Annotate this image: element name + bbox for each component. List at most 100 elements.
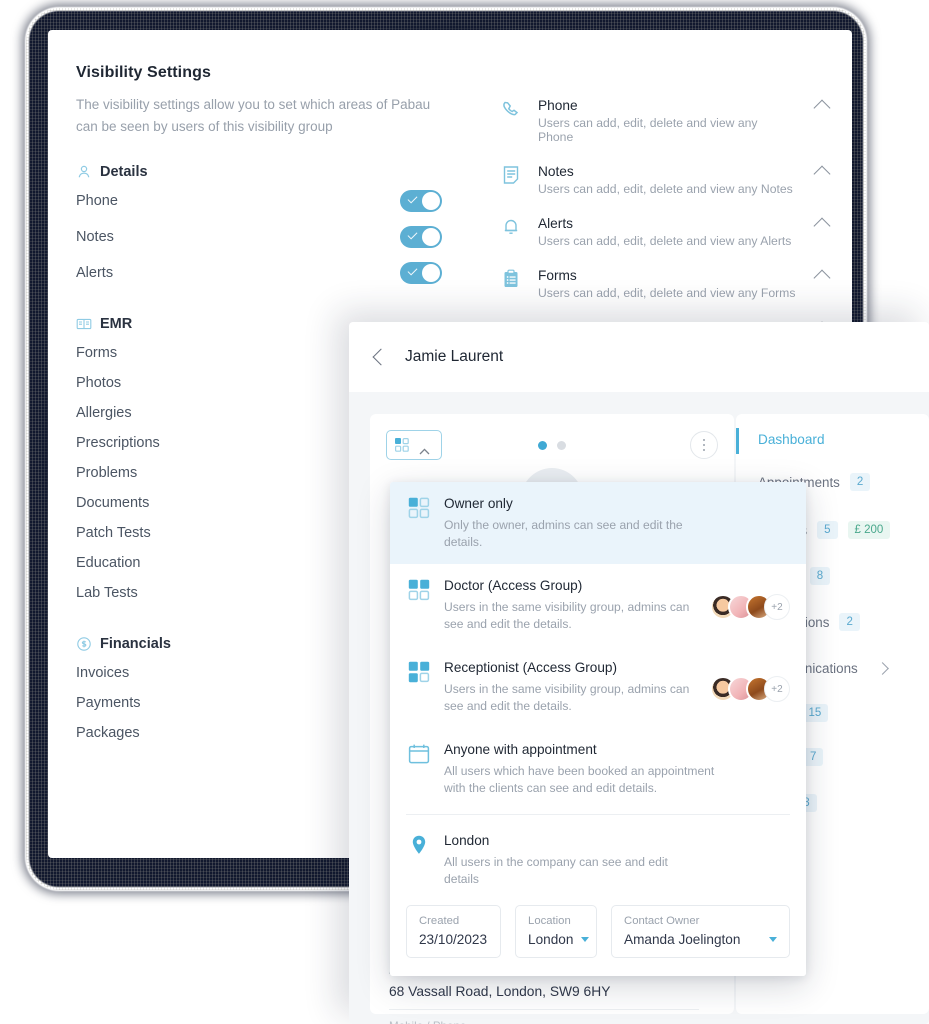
avatar-overflow-count: +2 bbox=[764, 676, 790, 702]
toggle-switch-notes[interactable] bbox=[400, 226, 442, 248]
divider bbox=[389, 1009, 699, 1010]
group-label: EMR bbox=[100, 316, 133, 332]
dropdown-option-anyone-with-appointment[interactable]: Anyone with appointment All users which … bbox=[390, 728, 806, 810]
dropdown-option-desc: Only the owner, admins can see and edit … bbox=[444, 518, 683, 549]
dropdown-option-name: Doctor (Access Group) bbox=[444, 578, 583, 593]
screen: Visibility Settings The visibility setti… bbox=[0, 0, 929, 1024]
dropdown-option-desc: All users which have been booked an appo… bbox=[444, 764, 715, 795]
toggle-label: Alerts bbox=[76, 265, 114, 281]
page-title: Visibility Settings bbox=[76, 64, 211, 81]
chevron-right-icon[interactable] bbox=[876, 662, 889, 675]
carousel-dot-active[interactable] bbox=[538, 440, 547, 450]
dropdown-option-name: Owner only bbox=[444, 496, 513, 511]
book-icon bbox=[76, 316, 92, 332]
grid-view-icon bbox=[395, 438, 409, 452]
grid-two-filled-icon bbox=[408, 579, 430, 601]
dashboard-accent-bar bbox=[736, 428, 739, 454]
dropdown-option-doctor[interactable]: Doctor (Access Group) Users in the same … bbox=[390, 564, 806, 646]
field-value: London bbox=[528, 932, 574, 947]
dropdown-option-desc: All users in the company can see and edi… bbox=[444, 855, 668, 886]
toggle-label: Phone bbox=[76, 193, 118, 209]
toggle-row-phone[interactable]: Phone bbox=[76, 186, 442, 216]
chevron-left-icon[interactable] bbox=[372, 348, 390, 366]
caret-down-icon[interactable] bbox=[581, 937, 590, 942]
field-value: Amanda Joelington bbox=[624, 932, 741, 947]
toggle-label: Notes bbox=[76, 229, 114, 245]
grid-view-button[interactable] bbox=[386, 430, 442, 460]
dropdown-option-owner-only[interactable]: Owner only Only the owner, admins can se… bbox=[390, 482, 806, 564]
dashboard-row-badge: 8 bbox=[809, 567, 831, 585]
client-toolbar bbox=[370, 414, 734, 476]
address-value[interactable]: 68 Vassall Road, London, SW9 6HY bbox=[389, 984, 699, 999]
toggle-row-notes[interactable]: Notes bbox=[76, 222, 442, 252]
caret-down-icon[interactable] bbox=[769, 937, 777, 942]
permission-row-alerts[interactable]: Alerts Users can add, edit, delete and v… bbox=[500, 206, 831, 258]
permission-name: Alerts bbox=[538, 216, 573, 231]
dropdown-option-name: London bbox=[444, 833, 490, 848]
field-value-wrap[interactable]: London bbox=[528, 932, 590, 947]
dashboard-row-badge: 7 bbox=[802, 748, 824, 766]
dollar-circle-icon bbox=[76, 636, 92, 652]
group-label: Financials bbox=[100, 636, 171, 652]
grid-three-filled-icon bbox=[408, 661, 430, 683]
dashboard-row-badge: 2 bbox=[849, 473, 871, 491]
field-value: 23/10/2023 bbox=[419, 932, 488, 947]
dashboard-row-badge: 5 bbox=[817, 521, 838, 539]
avatar-overflow-count: +2 bbox=[764, 594, 790, 620]
clipboard-icon bbox=[500, 268, 522, 290]
dropdown-option-receptionist[interactable]: Receptionist (Access Group) Users in the… bbox=[390, 646, 806, 728]
client-card-header: Jamie Laurent bbox=[349, 322, 929, 392]
dropdown-option-name: Anyone with appointment bbox=[444, 742, 597, 757]
kebab-menu-icon[interactable] bbox=[690, 431, 718, 459]
permission-desc: Users can add, edit, delete and view any… bbox=[538, 286, 796, 300]
phone-icon bbox=[500, 98, 522, 120]
toggle-switch-phone[interactable] bbox=[400, 190, 442, 212]
grid-one-filled-icon bbox=[408, 497, 430, 519]
avatar-stack[interactable]: +2 bbox=[710, 581, 790, 633]
field-location[interactable]: Location London bbox=[515, 905, 598, 958]
carousel-dots[interactable] bbox=[538, 440, 566, 450]
carousel-dot[interactable] bbox=[557, 440, 566, 450]
divider bbox=[406, 814, 790, 815]
metadata-field-row: Created 23/10/2023 Location London Conta… bbox=[390, 893, 806, 976]
permission-desc: Users can add, edit, delete and view any… bbox=[538, 182, 793, 196]
toggle-switch-alerts[interactable] bbox=[400, 262, 442, 284]
avatar-stack[interactable]: +2 bbox=[710, 663, 790, 715]
dropdown-option-desc: Users in the same visibility group, admi… bbox=[444, 682, 690, 713]
chevron-up-icon[interactable] bbox=[813, 269, 831, 287]
permission-name: Forms bbox=[538, 268, 577, 283]
dropdown-option-london[interactable]: London All users in the company can see … bbox=[390, 819, 806, 901]
chevron-up-icon bbox=[419, 442, 430, 454]
field-label: Location bbox=[528, 915, 571, 927]
dropdown-option-name: Receptionist (Access Group) bbox=[444, 660, 618, 675]
permission-name: Phone bbox=[538, 98, 578, 113]
permission-name: Notes bbox=[538, 164, 574, 179]
dropdown-option-desc: Users in the same visibility group, admi… bbox=[444, 600, 690, 631]
chevron-up-icon[interactable] bbox=[813, 217, 831, 235]
dashboard-title: Dashboard bbox=[736, 414, 929, 454]
permission-row-phone[interactable]: Phone Users can add, edit, delete and vi… bbox=[500, 88, 831, 154]
field-label: Created bbox=[419, 915, 460, 927]
permission-row-forms[interactable]: Forms Users can add, edit, delete and vi… bbox=[500, 258, 831, 310]
client-name: Jamie Laurent bbox=[405, 348, 504, 365]
bell-icon bbox=[500, 216, 522, 238]
field-value-wrap[interactable]: Amanda Joelington bbox=[624, 932, 777, 947]
permission-desc: Users can add, edit, delete and view any… bbox=[538, 234, 792, 248]
chevron-up-icon[interactable] bbox=[813, 165, 831, 183]
page-subtitle: The visibility settings allow you to set… bbox=[76, 97, 431, 134]
permission-row-notes[interactable]: Notes Users can add, edit, delete and vi… bbox=[500, 154, 831, 206]
group-label: Details bbox=[100, 164, 148, 180]
field-created: Created 23/10/2023 bbox=[406, 905, 502, 958]
phone-label: Mobile / Phone bbox=[389, 1020, 699, 1024]
dashboard-row-badge: 2 bbox=[839, 613, 860, 631]
chevron-up-icon[interactable] bbox=[813, 99, 831, 117]
dashboard-row-amount: £ 200 bbox=[847, 521, 891, 539]
visibility-dropdown: Owner only Only the owner, admins can se… bbox=[390, 482, 806, 976]
toggle-row-alerts[interactable]: Alerts bbox=[76, 258, 442, 288]
permission-desc: Users can add, edit, delete and view any… bbox=[538, 116, 758, 144]
notes-icon bbox=[500, 164, 522, 186]
field-contact-owner[interactable]: Contact Owner Amanda Joelington bbox=[611, 905, 790, 958]
location-pin-icon bbox=[408, 834, 430, 856]
dashboard-title-label: Dashboard bbox=[758, 432, 825, 447]
calendar-icon bbox=[408, 743, 430, 765]
